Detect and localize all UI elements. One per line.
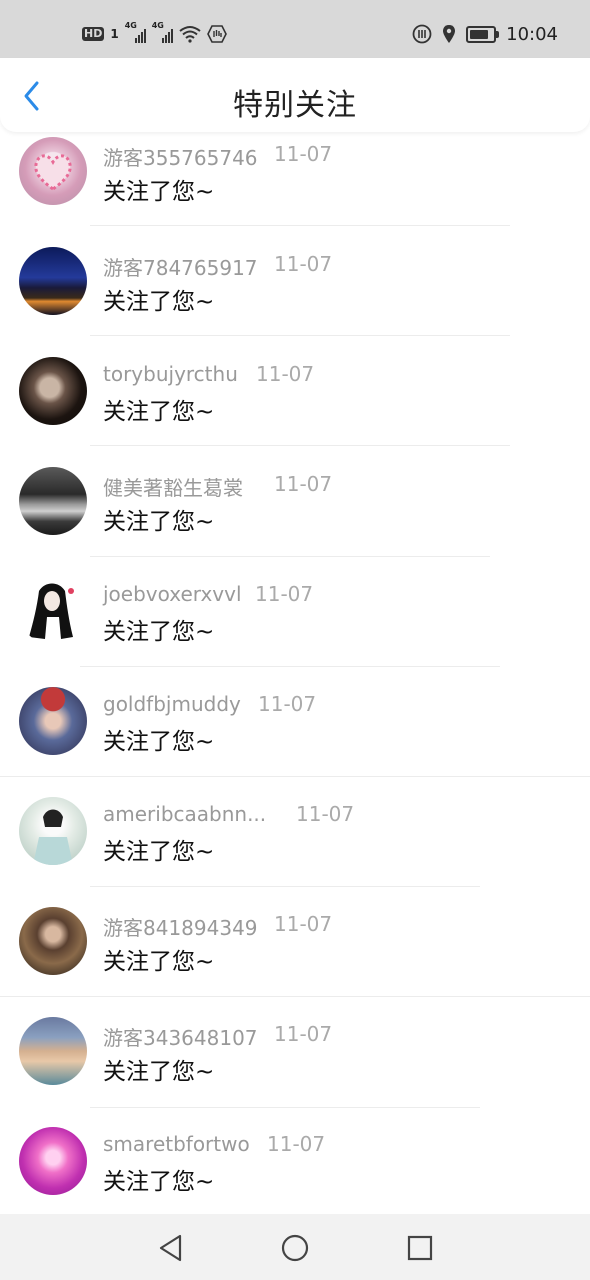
list-item[interactable]: 游客343648107 11-07 关注了您~ bbox=[0, 880, 590, 1085]
nav-recents-button[interactable] bbox=[400, 1228, 440, 1268]
home-circle-icon bbox=[281, 1234, 309, 1262]
nav-back-button[interactable] bbox=[150, 1228, 190, 1268]
page-title: 特别关注 bbox=[233, 88, 357, 123]
recents-square-icon bbox=[407, 1235, 433, 1261]
system-nav-bar bbox=[0, 1214, 590, 1280]
nav-home-button[interactable] bbox=[275, 1228, 315, 1268]
list-item[interactable]: goldfbjmuddy 11-07 关注了您~ bbox=[0, 550, 590, 755]
list-item[interactable]: smaretbfortwo 11-07 关注了您~ bbox=[0, 990, 590, 1195]
divider bbox=[90, 1107, 480, 1108]
list-item[interactable]: joebvoxerxvvl 11-07 关注了您~ bbox=[0, 440, 590, 645]
list-item[interactable]: torybujyrcthu 11-07 关注了您~ bbox=[0, 220, 590, 425]
list-item[interactable]: 游客841894349 11-07 关注了您~ bbox=[0, 770, 590, 975]
list-item[interactable]: ameribcaabnn... 11-07 关注了您~ bbox=[0, 660, 590, 865]
list-item[interactable]: 健美著豁生葛裳 11-07 关注了您~ bbox=[0, 330, 590, 535]
follow-date: 11-07 bbox=[267, 1132, 326, 1156]
back-triangle-icon bbox=[159, 1234, 182, 1262]
header: 特别关注 bbox=[0, 58, 590, 132]
follow-message: 关注了您~ bbox=[103, 1169, 215, 1195]
user-name[interactable]: smaretbfortwo bbox=[103, 1132, 250, 1156]
avatar[interactable] bbox=[19, 1127, 87, 1195]
